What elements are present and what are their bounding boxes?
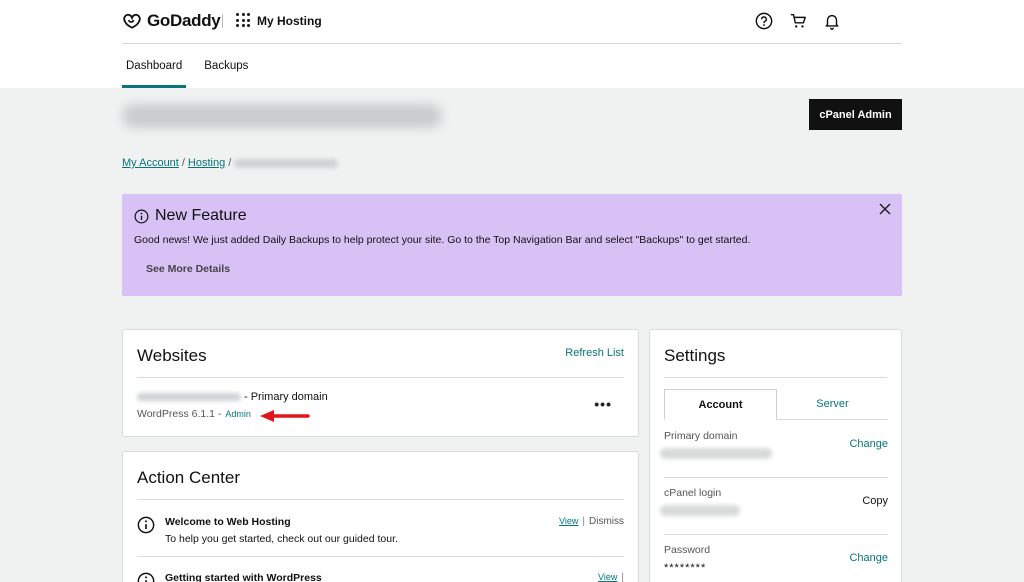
tab-server[interactable]: Server (777, 389, 888, 419)
action-item-actions: View | Dismiss (559, 516, 624, 527)
breadcrumb-separator: / (181, 157, 185, 169)
action-item-title: Getting started with WordPress (165, 572, 322, 582)
breadcrumb-separator: / (228, 157, 232, 169)
divider (137, 499, 624, 500)
action-separator: | (582, 516, 585, 527)
action-separator: | (621, 572, 624, 582)
banner-title-text: New Feature (155, 207, 247, 224)
setting-value-redacted (660, 505, 740, 516)
product-name[interactable]: My Hosting (257, 14, 322, 28)
page-title-redacted (122, 104, 442, 128)
red-arrow-annotation (260, 410, 310, 422)
tab-account[interactable]: Account (664, 389, 777, 420)
action-item-desc: To help you get started, check out our g… (165, 533, 398, 545)
setting-row-password: Password ******** Change (664, 536, 888, 582)
copy-cpanel-login-button[interactable]: Copy (862, 495, 888, 507)
settings-title: Settings (664, 346, 726, 365)
breadcrumb: My Account / Hosting / (122, 157, 339, 169)
breadcrumb-domain-redacted (234, 158, 339, 168)
new-feature-banner: New Feature Good news! We just added Dai… (122, 194, 902, 296)
header-icons (754, 11, 842, 31)
website-domain-redacted (137, 393, 241, 401)
divider (137, 556, 624, 557)
dismiss-link[interactable]: Dismiss (589, 516, 624, 527)
breadcrumb-hosting[interactable]: Hosting (188, 157, 225, 169)
cart-icon[interactable] (788, 11, 808, 31)
change-primary-domain-link[interactable]: Change (849, 438, 888, 450)
divider (137, 377, 624, 378)
top-header: GoDaddy My Hosting Dashboard Backups (0, 0, 1024, 88)
action-item-title: Welcome to Web Hosting (165, 516, 291, 528)
banner-title: New Feature (134, 207, 247, 225)
close-icon[interactable] (878, 203, 892, 217)
info-icon (137, 572, 155, 582)
header-divider (222, 14, 223, 28)
action-item-actions: View | (598, 572, 624, 582)
change-password-link[interactable]: Change (849, 552, 888, 564)
banner-body: Good news! We just added Daily Backups t… (134, 234, 751, 246)
info-icon (137, 516, 155, 534)
tab-dashboard[interactable]: Dashboard (122, 44, 187, 88)
website-platform-row: WordPress 6.1.1 - Admin (137, 408, 251, 420)
websites-title: Websites (137, 346, 207, 365)
setting-label: cPanel login (664, 487, 722, 499)
action-center-title: Action Center (137, 468, 240, 487)
info-icon (134, 209, 149, 223)
websites-card: Websites Refresh List - Primary domain W… (122, 329, 639, 437)
settings-card: Settings Account Server Primary domain C… (649, 329, 902, 582)
help-icon[interactable] (754, 11, 774, 31)
godaddy-logo[interactable]: GoDaddy (122, 11, 221, 31)
breadcrumb-my-account[interactable]: My Account (122, 157, 179, 169)
header-bar: GoDaddy My Hosting (122, 0, 902, 44)
setting-row-primary-domain: Primary domain Change (660, 422, 888, 478)
setting-value-redacted (660, 448, 772, 459)
brand-name: GoDaddy (147, 11, 221, 30)
refresh-list-link[interactable]: Refresh List (565, 347, 624, 359)
godaddy-logo-icon (123, 13, 141, 29)
action-item: Getting started with WordPress View | (137, 570, 624, 582)
apps-grid-icon[interactable] (236, 13, 250, 27)
website-domain-row: - Primary domain (137, 391, 328, 403)
setting-row-cpanel-login: cPanel login Copy (660, 479, 888, 535)
password-value: ******** (664, 562, 707, 574)
primary-domain-label: - Primary domain (244, 391, 328, 403)
more-options-icon[interactable]: ••• (594, 396, 612, 412)
see-more-details-link[interactable]: See More Details (146, 263, 230, 275)
bell-icon[interactable] (822, 11, 842, 31)
setting-label: Primary domain (664, 430, 738, 442)
view-link[interactable]: View (598, 572, 617, 582)
view-link[interactable]: View (559, 516, 578, 526)
action-item: Welcome to Web Hosting To help you get s… (137, 514, 624, 554)
tab-backups[interactable]: Backups (200, 44, 252, 88)
sub-navigation: Dashboard Backups (122, 44, 266, 88)
platform-label: WordPress 6.1.1 - (137, 408, 222, 420)
action-center-card: Action Center Welcome to Web Hosting To … (122, 451, 639, 582)
cpanel-admin-button[interactable]: cPanel Admin (809, 99, 902, 130)
wordpress-admin-link[interactable]: Admin (225, 409, 251, 419)
setting-label: Password (664, 544, 711, 556)
settings-tabs: Account Server (664, 389, 888, 420)
divider (664, 377, 887, 378)
